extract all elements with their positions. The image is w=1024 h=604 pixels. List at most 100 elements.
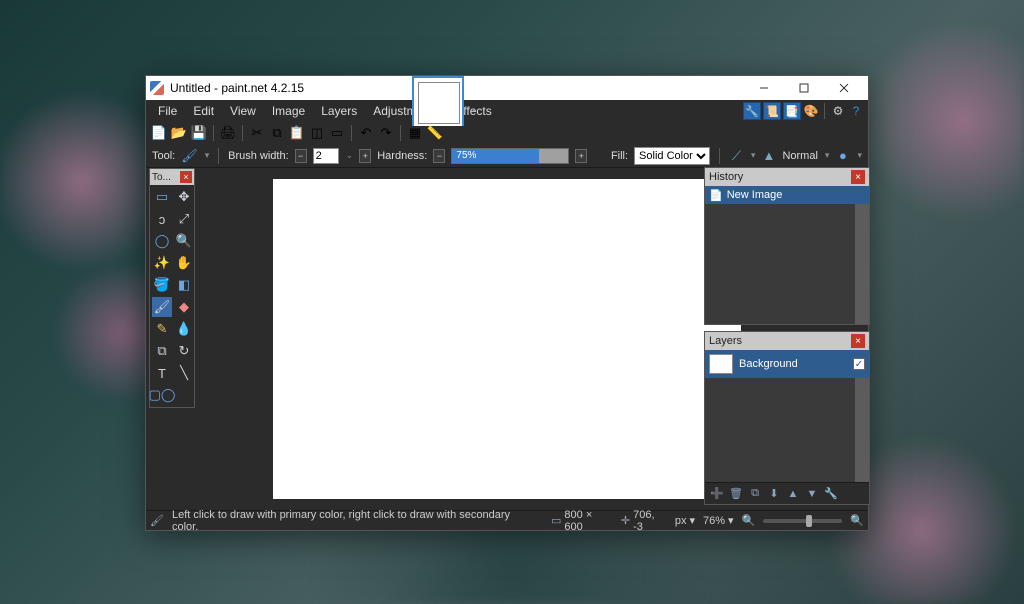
print-icon[interactable]: 🖨 — [219, 124, 237, 142]
copy-icon[interactable]: ⧉ — [268, 124, 286, 142]
tool-pan[interactable]: ✋ — [174, 253, 194, 273]
overwrite-dropdown[interactable]: ▾ — [857, 150, 862, 161]
overwrite-icon[interactable]: ● — [835, 147, 850, 165]
open-icon[interactable]: 📂 — [170, 124, 188, 142]
duplicate-layer-icon[interactable]: ⧉ — [747, 486, 763, 502]
tool-eraser[interactable]: ◆ — [174, 297, 194, 317]
history-panel-close[interactable]: × — [851, 170, 865, 184]
tool-move[interactable]: ✥ — [174, 187, 194, 207]
canvas[interactable] — [273, 179, 741, 499]
tool-lasso[interactable]: ɔ — [152, 209, 172, 229]
brush-width-increment[interactable]: + — [359, 149, 371, 163]
tools-panel-close[interactable]: × — [180, 171, 192, 183]
history-item-label: New Image — [727, 189, 783, 201]
tool-shapes[interactable]: ▢◯ — [152, 385, 172, 405]
active-tool-icon[interactable]: 🖌 — [181, 147, 198, 165]
document-tab[interactable] — [412, 76, 464, 126]
move-down-icon[interactable]: ▼ — [804, 486, 820, 502]
tool-paint-bucket[interactable]: 🪣 — [152, 275, 172, 295]
hardness-slider[interactable]: 75% — [451, 148, 569, 164]
settings-icon[interactable]: ⚙ — [830, 103, 846, 119]
hardness-decrement[interactable]: − — [433, 149, 445, 163]
delete-layer-icon[interactable]: 🗑 — [728, 486, 744, 502]
separator — [400, 125, 401, 141]
layers-scrollbar[interactable] — [855, 378, 869, 482]
tool-recolor[interactable]: ↻ — [174, 341, 194, 361]
tool-clone-stamp[interactable]: ⧉ — [152, 341, 172, 361]
status-cursor: ✛ 706, -3 — [621, 509, 667, 533]
antialias-dropdown[interactable]: ▾ — [751, 150, 756, 161]
layers-panel-header[interactable]: Layers × — [705, 332, 869, 350]
blend-dropdown[interactable]: ▾ — [825, 150, 830, 161]
layer-row[interactable]: Background ✓ — [705, 350, 869, 378]
tool-rectangle-select[interactable]: ▭ — [152, 187, 172, 207]
colors-window-toggle[interactable]: 🎨 — [803, 103, 819, 119]
save-icon[interactable]: 💾 — [190, 124, 208, 142]
unit-dropdown-icon[interactable]: ▾ — [689, 514, 695, 527]
brush-width-decrement[interactable]: − — [295, 149, 307, 163]
history-panel-header[interactable]: History × — [705, 168, 869, 186]
brush-width-input[interactable] — [313, 148, 339, 164]
tool-pencil[interactable]: ✎ — [152, 319, 172, 339]
hardness-label: Hardness: — [377, 150, 427, 162]
layers-toolbar: ➕ 🗑 ⧉ ⬇ ▲ ▼ 🔧 — [705, 482, 869, 504]
tool-magic-wand[interactable]: ✨ — [152, 253, 172, 273]
tool-ellipse-select[interactable]: ◯ — [152, 231, 172, 251]
antialias-icon[interactable]: ⟋ — [729, 147, 744, 165]
ruler-icon[interactable]: 📏 — [426, 124, 444, 142]
menu-edit[interactable]: Edit — [185, 102, 222, 120]
tool-zoom[interactable]: 🔍 — [174, 231, 194, 251]
layers-panel-close[interactable]: × — [851, 334, 865, 348]
tools-panel-header[interactable]: To... × — [150, 169, 194, 185]
crop-icon[interactable]: ◫ — [308, 124, 326, 142]
history-item[interactable]: 📄 New Image — [705, 186, 869, 204]
menu-file[interactable]: File — [150, 102, 185, 120]
maximize-button[interactable] — [784, 76, 824, 100]
status-unit[interactable]: px ▾ — [675, 514, 695, 527]
history-body — [705, 204, 869, 324]
undo-icon[interactable]: ↶ — [357, 124, 375, 142]
tool-dropdown-icon[interactable]: ▾ — [205, 150, 210, 161]
paste-icon[interactable]: 📋 — [288, 124, 306, 142]
fill-select[interactable]: Solid Color — [634, 147, 710, 165]
zoom-slider[interactable] — [763, 519, 842, 523]
blend-icon[interactable]: ▲ — [761, 147, 776, 165]
menu-image[interactable]: Image — [264, 102, 313, 120]
history-scrollbar[interactable] — [855, 204, 869, 324]
cut-icon[interactable]: ✂ — [248, 124, 266, 142]
tools-window-toggle[interactable]: 🔧 — [743, 102, 761, 120]
zoom-value: 76% — [703, 515, 725, 527]
tools-panel: To... × ▭ ✥ ɔ ⤢ ◯ 🔍 ✨ ✋ 🪣 ◧ 🖌 ◆ ✎ 💧 ⧉ ↻ — [149, 168, 195, 408]
minimize-button[interactable] — [744, 76, 784, 100]
move-up-icon[interactable]: ▲ — [785, 486, 801, 502]
tool-text[interactable]: T — [152, 363, 172, 383]
close-button[interactable] — [824, 76, 864, 100]
tool-move-selection[interactable]: ⤢ — [174, 209, 194, 229]
zoom-in-icon[interactable]: 🔍 — [850, 514, 864, 527]
layer-properties-icon[interactable]: 🔧 — [823, 486, 839, 502]
layer-visibility-checkbox[interactable]: ✓ — [853, 358, 865, 370]
menu-view[interactable]: View — [222, 102, 264, 120]
grid-icon[interactable]: ▦ — [406, 124, 424, 142]
zoom-dropdown-icon[interactable]: ▾ — [728, 514, 734, 527]
tool-gradient[interactable]: ◧ — [174, 275, 194, 295]
new-icon[interactable]: 📄 — [150, 124, 168, 142]
layers-window-toggle[interactable]: 📑 — [783, 102, 801, 120]
menu-layers[interactable]: Layers — [313, 102, 365, 120]
dimensions-icon: ▭ — [551, 514, 561, 527]
tool-line[interactable]: ╲ — [174, 363, 194, 383]
deselect-icon[interactable]: ▭ — [328, 124, 346, 142]
tool-paintbrush[interactable]: 🖌 — [152, 297, 172, 317]
help-icon[interactable]: ? — [848, 103, 864, 119]
add-layer-icon[interactable]: ➕ — [709, 486, 725, 502]
merge-down-icon[interactable]: ⬇ — [766, 486, 782, 502]
hardness-increment[interactable]: + — [575, 149, 587, 163]
separator — [824, 103, 825, 119]
document-tab-dropdown[interactable]: ⌄ — [468, 104, 476, 115]
unit-value: px — [675, 515, 687, 527]
redo-icon[interactable]: ↷ — [377, 124, 395, 142]
history-window-toggle[interactable]: 📜 — [763, 102, 781, 120]
zoom-out-icon[interactable]: 🔍 — [742, 514, 756, 527]
brush-width-dropdown[interactable]: ⌄ — [346, 150, 354, 161]
tool-color-picker[interactable]: 💧 — [174, 319, 194, 339]
